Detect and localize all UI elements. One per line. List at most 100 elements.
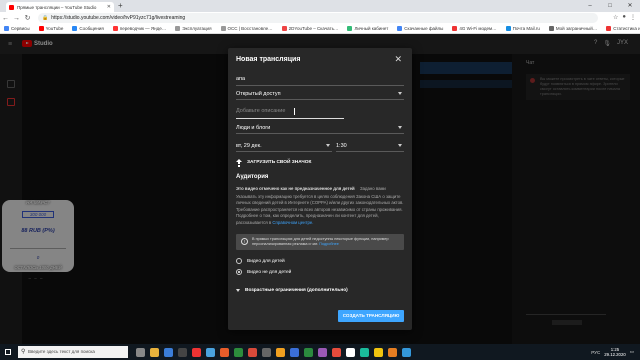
address-bar-row: ← → ↻ 🔒 https://studio.youtube.com/video…	[0, 12, 640, 24]
word-icon[interactable]	[290, 347, 299, 357]
bookmark-label: Мой заграничный…	[555, 26, 598, 31]
info-icon: !	[241, 238, 248, 245]
bookmark-label: YouTube	[45, 26, 64, 31]
back-icon[interactable]: ←	[0, 15, 11, 22]
audience-heading: Аудитория	[236, 174, 269, 180]
bookmark-item[interactable]: переводчик — Янде…	[112, 26, 167, 31]
app-teal-icon[interactable]	[360, 347, 369, 357]
privacy-select[interactable]: Открытый доступ	[236, 88, 404, 100]
description-underline	[236, 118, 344, 119]
app-blue-icon[interactable]	[402, 347, 411, 357]
bookmark-item[interactable]: Сервисы	[4, 26, 30, 31]
audience-description-text: Указывать эту информацию требуется в цел…	[236, 194, 404, 225]
explorer-icon[interactable]	[150, 347, 159, 357]
bookmarks-bar: Сервисы YouTube Сообщения переводчик — Янде…	[0, 24, 640, 34]
reload-icon[interactable]: ↻	[22, 14, 33, 22]
minimize-icon[interactable]: –	[580, 0, 600, 12]
privacy-value: Открытый доступ	[236, 91, 281, 97]
bookmark-favicon-icon	[220, 26, 226, 31]
bookmark-item[interactable]: ОСС | Восстановле…	[220, 26, 273, 31]
menu-dots-icon[interactable]: ⋮	[630, 14, 636, 21]
app-icon[interactable]	[178, 347, 187, 357]
profile-icon[interactable]: ●	[622, 14, 626, 21]
start-button[interactable]	[0, 344, 16, 360]
upload-thumbnail-button[interactable]: ЗАГРУЗИТЬ СВОЙ ЗНАЧОК	[236, 159, 311, 166]
date-select[interactable]: вт, 29 дек.	[236, 140, 332, 152]
chevron-down-icon	[326, 144, 330, 147]
title-input[interactable]: апа	[236, 74, 404, 86]
description-input[interactable]: Добавьте описание	[236, 106, 404, 118]
yandex-icon[interactable]	[192, 347, 201, 357]
bookmark-favicon-icon	[505, 26, 511, 31]
radio-for-kids[interactable]: Видео для детей	[236, 258, 285, 264]
bookmark-item[interactable]: Мой заграничный…	[548, 26, 598, 31]
app-purple-icon[interactable]	[318, 347, 327, 357]
bookmark-item[interactable]: Сообщения	[72, 26, 104, 31]
app-gray-icon[interactable]	[262, 347, 271, 357]
vlc-icon[interactable]	[276, 347, 285, 357]
app-red2-icon[interactable]	[332, 347, 341, 357]
bookmark-item[interactable]: Статистика игрова…	[606, 26, 640, 31]
radio-not-for-kids[interactable]: Видео не для детей	[236, 269, 291, 275]
telegram-icon[interactable]	[206, 347, 215, 357]
task-view-icon[interactable]	[136, 347, 145, 357]
bookmark-label: 2DYouTube – Скачать…	[288, 26, 339, 31]
bookmark-label: Статистика игрова…	[613, 26, 640, 31]
edge-icon[interactable]	[164, 347, 173, 357]
audience-status: Это видео отмечено как не предназначенно…	[236, 186, 355, 191]
new-tab-icon[interactable]: +	[118, 2, 123, 10]
bookmark-label: Скачанные файлы	[404, 26, 444, 31]
bookmark-label: Сервисы	[11, 26, 30, 31]
chevron-down-icon	[236, 289, 240, 292]
browser-tabbar: Прямые трансляции – YouTube Studio ✕ + –…	[0, 0, 640, 12]
excel-icon[interactable]	[304, 347, 313, 357]
firefox-icon[interactable]	[220, 347, 229, 357]
star-icon[interactable]: ☆	[613, 14, 618, 21]
language-indicator[interactable]: РУС	[591, 350, 600, 355]
bookmark-favicon-icon	[281, 26, 287, 31]
text-cursor	[294, 108, 295, 115]
bookmark-item[interactable]: 4G Wi-Fi модем…	[452, 26, 497, 31]
info-notice: ! В прямых трансляциях для детей недосту…	[236, 234, 404, 250]
bookmark-item[interactable]: Скачанные файлы	[397, 26, 443, 31]
bookmark-favicon-icon	[548, 26, 554, 31]
notification-icon[interactable]: ▭	[630, 349, 634, 355]
bookmark-item[interactable]: YouTube	[38, 26, 64, 31]
windows-logo-icon	[5, 349, 11, 355]
bookmark-item[interactable]: 2DYouTube – Скачать…	[281, 26, 339, 31]
create-stream-button[interactable]: СОЗДАТЬ ТРАНСЛЯЦИЮ	[338, 310, 404, 322]
clock[interactable]: 1:25 29.12.2020	[604, 347, 626, 357]
browser-tab[interactable]: Прямые трансляции – YouTube Studio ✕	[6, 2, 114, 12]
app-white-icon[interactable]	[346, 347, 355, 357]
browser-toolbar-right: ☆ ● ⋮	[613, 14, 636, 21]
bookmark-label: Почта Mail.ru	[512, 26, 540, 31]
close-tab-icon[interactable]: ✕	[107, 4, 111, 10]
learn-more-link[interactable]: Подробнее	[319, 242, 339, 246]
help-center-link[interactable]: Справочном центре.	[272, 220, 313, 225]
url-input[interactable]: 🔒 https://studio.youtube.com/video/hvP91…	[38, 13, 598, 23]
app-red-icon[interactable]	[248, 347, 257, 357]
chrome-icon[interactable]	[374, 347, 383, 357]
radio-checked[interactable]	[236, 269, 242, 275]
close-icon[interactable]: ✕	[394, 54, 402, 65]
radio-unchecked[interactable]	[236, 258, 242, 264]
maximize-icon[interactable]: □	[600, 0, 620, 12]
bookmark-item[interactable]: Почта Mail.ru	[505, 26, 540, 31]
app-orange-icon[interactable]	[388, 347, 397, 357]
bookmark-item[interactable]: Личный кабинет	[347, 26, 388, 31]
app-green-icon[interactable]	[234, 347, 243, 357]
taskbar-search[interactable]: Введите здесь текст для поиска	[18, 346, 128, 358]
bookmark-favicon-icon	[606, 26, 612, 31]
close-window-icon[interactable]: ✕	[620, 0, 640, 12]
radio-not-for-kids-label: Видео не для детей	[247, 269, 292, 275]
window-controls: – □ ✕	[580, 0, 640, 12]
category-select[interactable]: Люди и блоги	[236, 122, 404, 134]
age-restrictions-toggle[interactable]: Возрастные ограничения (дополнительно)	[236, 288, 348, 293]
forward-icon[interactable]: →	[11, 15, 22, 22]
bookmark-favicon-icon	[4, 26, 9, 31]
bookmark-label: переводчик — Янде…	[119, 26, 167, 31]
bookmark-favicon-icon	[112, 26, 118, 31]
time-select[interactable]: 1:30	[336, 140, 404, 152]
bookmark-item[interactable]: Эксплуатация	[175, 26, 212, 31]
audience-description: Указывать эту информацию требуется в цел…	[236, 194, 404, 226]
